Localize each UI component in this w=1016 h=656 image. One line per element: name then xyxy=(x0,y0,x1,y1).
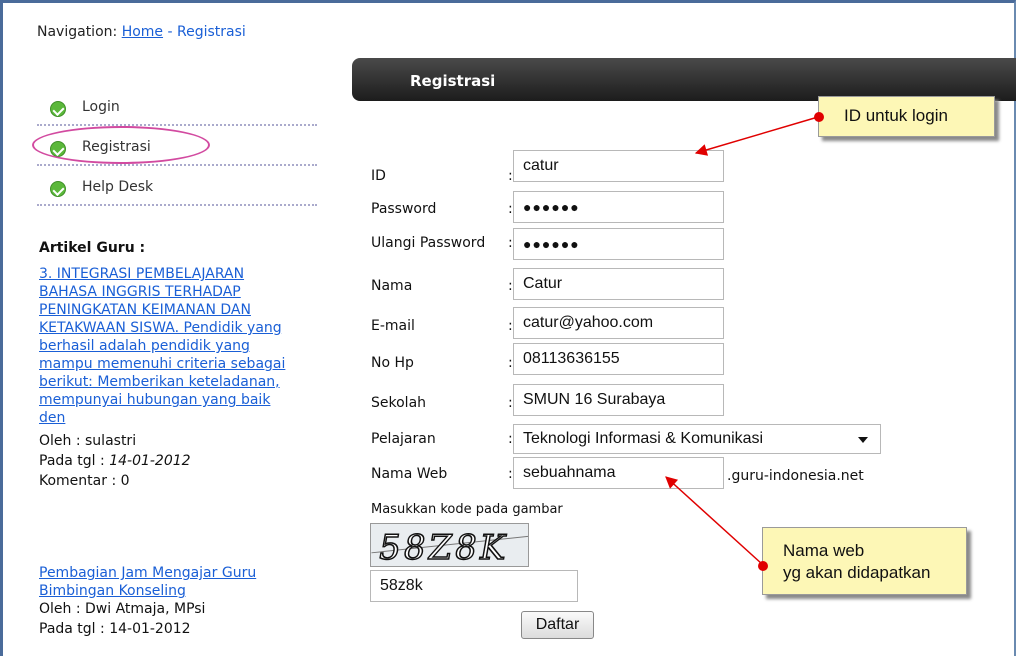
web-note-line: yg akan didapatkan xyxy=(783,563,931,582)
web-arrow xyxy=(665,476,763,565)
note-pin-icon xyxy=(814,112,824,122)
id-login-note: ID untuk login xyxy=(814,96,995,137)
web-note-text: Nama web yg akan didapatkan xyxy=(783,540,930,584)
id-note-text: ID untuk login xyxy=(844,106,948,125)
web-note-line: Nama web xyxy=(783,541,865,560)
note-pin-icon xyxy=(758,561,768,571)
nama-web-note: Nama web yg akan didapatkan xyxy=(758,527,967,595)
id-arrow xyxy=(694,116,819,156)
